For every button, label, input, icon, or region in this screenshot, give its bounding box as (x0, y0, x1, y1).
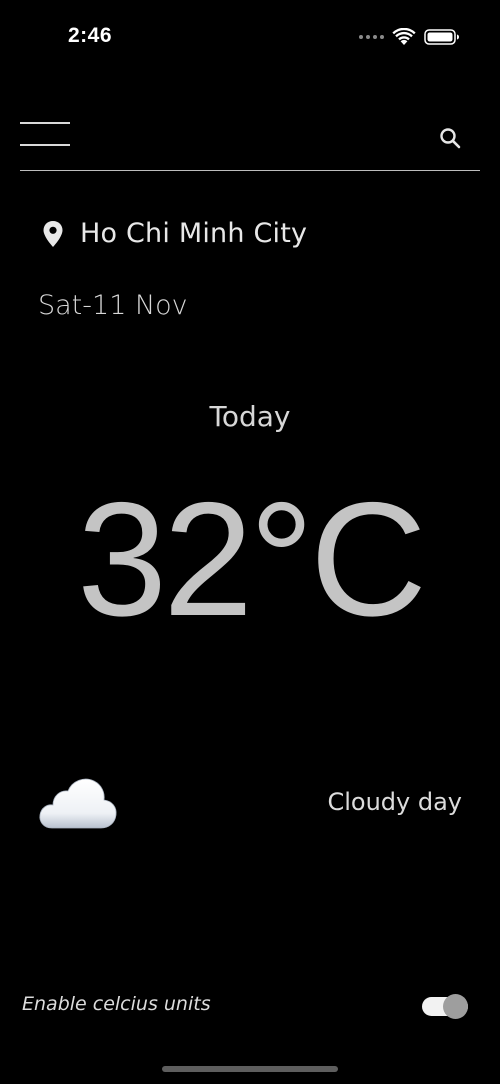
hamburger-menu-icon[interactable] (20, 114, 70, 150)
battery-icon (424, 29, 459, 45)
weather-condition-row: Cloudy day (38, 770, 462, 840)
weather-condition: Cloudy day (327, 788, 462, 816)
location-city: Ho Chi Minh City (80, 218, 308, 249)
home-indicator[interactable] (162, 1066, 338, 1072)
signal-dots-icon (359, 35, 384, 39)
search-icon[interactable] (438, 126, 462, 150)
location: Ho Chi Minh City (42, 218, 307, 249)
status-bar: 2:46 (0, 0, 500, 76)
celsius-toggle[interactable] (422, 993, 468, 1019)
status-icons (359, 26, 460, 48)
current-date: Sat-11 Nov (38, 290, 188, 321)
cloud-icon (39, 778, 117, 829)
temperature-value: 32°C (77, 469, 427, 650)
celsius-setting-label: Enable celcius units (22, 993, 211, 1015)
map-pin-icon (43, 220, 63, 247)
wifi-icon (392, 28, 416, 45)
celsius-setting-row: Enable celcius units (22, 988, 468, 1024)
top-app-bar (20, 108, 480, 171)
toggle-thumb (443, 994, 468, 1019)
status-time: 2:46 (68, 24, 113, 47)
day-label: Today (209, 400, 291, 433)
